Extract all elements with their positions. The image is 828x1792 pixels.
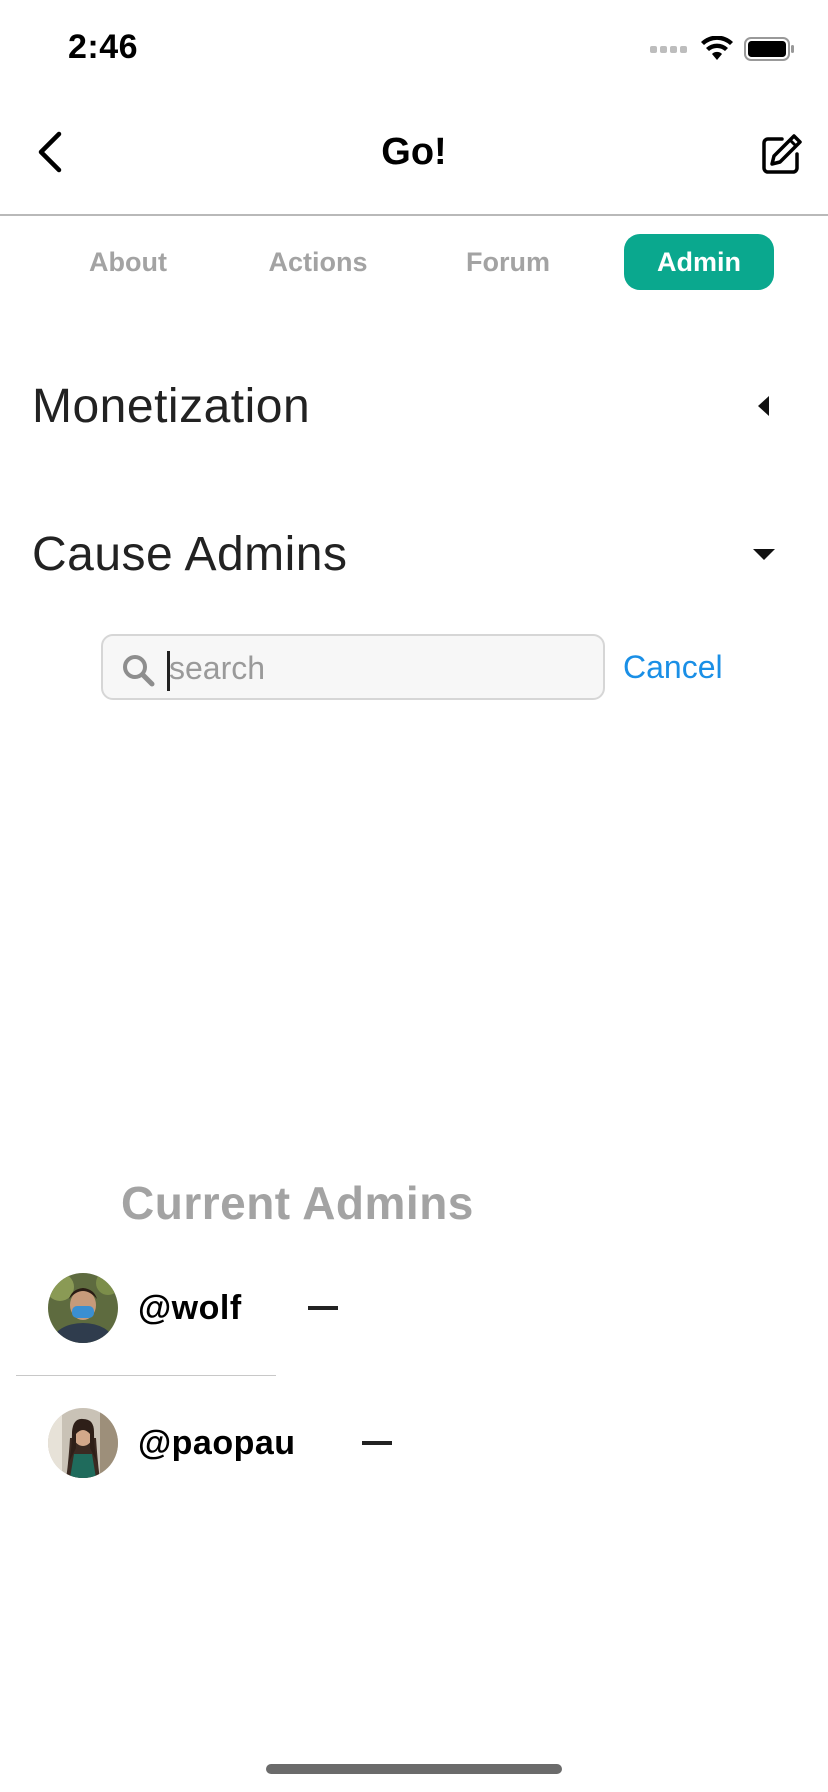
status-icons: [650, 36, 796, 62]
avatar[interactable]: [48, 1408, 118, 1478]
cause-admins-toggle[interactable]: [744, 534, 784, 574]
battery-icon: [744, 37, 794, 61]
tab-admin[interactable]: Admin: [624, 234, 774, 290]
tab-actions[interactable]: Actions: [258, 234, 378, 290]
monetization-section-header[interactable]: Monetization: [32, 371, 796, 441]
avatar-wolf-image: [48, 1273, 118, 1343]
row-divider: [16, 1375, 276, 1376]
caret-left-icon: [758, 396, 769, 416]
search-input[interactable]: [165, 644, 589, 692]
status-time: 2:46: [68, 28, 139, 66]
tab-about[interactable]: About: [72, 234, 184, 290]
minus-icon[interactable]: [361, 1441, 392, 1445]
text-caret: [167, 651, 170, 691]
signal-dots-icon: [650, 46, 687, 53]
tab-forum[interactable]: Forum: [452, 234, 564, 290]
search-icon: [123, 655, 155, 687]
page-title: Go!: [381, 131, 447, 173]
admin-row: @wolf: [16, 1253, 338, 1363]
screen: 2:46 Go! About Actions Forum Admin Monet…: [0, 0, 828, 1792]
current-admins-heading: Current Admins: [121, 1177, 474, 1229]
admin-handle: @wolf: [138, 1288, 242, 1327]
monetization-title: Monetization: [32, 379, 311, 433]
edit-button[interactable]: [758, 130, 806, 178]
cause-admins-section-header[interactable]: Cause Admins: [32, 519, 796, 589]
cancel-button[interactable]: Cancel: [623, 644, 723, 690]
minus-icon[interactable]: [307, 1306, 338, 1310]
home-indicator: [266, 1764, 562, 1774]
wifi-icon: [701, 36, 733, 60]
monetization-toggle[interactable]: [744, 386, 784, 426]
admin-handle: @paopau: [138, 1423, 296, 1462]
cause-admins-title: Cause Admins: [32, 527, 348, 581]
caret-down-icon: [753, 549, 775, 560]
admin-row: @paopau: [16, 1388, 392, 1498]
search-box[interactable]: [101, 634, 605, 700]
avatar[interactable]: [48, 1273, 118, 1343]
avatar-paopau-image: [48, 1408, 118, 1478]
status-bar: 2:46: [0, 0, 828, 100]
tab-bar: About Actions Forum Admin: [0, 234, 828, 290]
admin-search-row: Cancel: [101, 634, 741, 704]
edit-icon: [762, 134, 802, 174]
nav-bar: Go!: [0, 100, 828, 216]
